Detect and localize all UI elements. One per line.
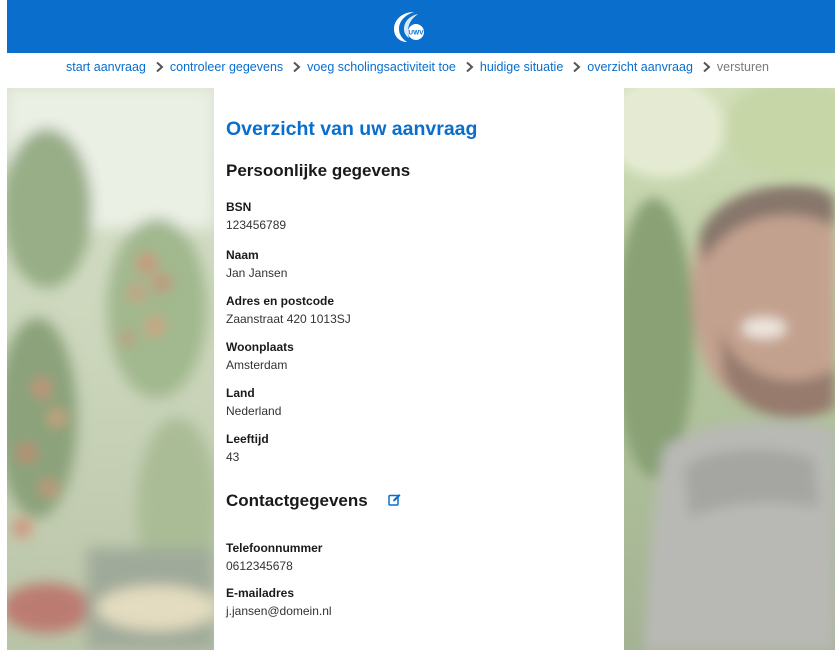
main-content: Overzicht van uw aanvraag Persoonlijke g… [214,88,624,650]
field-label: Woonplaats [226,340,294,354]
field-label: Adres en postcode [226,294,335,308]
breadcrumb-voeg-scholingsactiviteit-toe[interactable]: voeg scholingsactiviteit toe [307,60,456,74]
section-title-contact: Contactgegevens [226,491,368,510]
edit-icon[interactable] [388,493,401,506]
field-land: Land Nederland [226,385,281,419]
field-woonplaats: Woonplaats Amsterdam [226,339,294,373]
field-value: j.jansen@domein.nl [226,604,332,618]
chevron-right-icon [293,61,301,73]
breadcrumb-huidige-situatie[interactable]: huidige situatie [480,60,563,74]
field-bsn: BSN 123456789 [226,199,286,233]
section-title-personal: Persoonlijke gegevens [226,161,411,180]
breadcrumb-versturen: versturen [716,60,770,74]
chevron-right-icon [573,61,581,73]
chevron-right-icon [156,61,164,73]
field-value: 123456789 [226,218,287,232]
svg-text:UWV: UWV [408,30,424,37]
field-value: 43 [226,450,240,464]
page-title: Overzicht van uw aanvraag [226,118,478,140]
uwv-logo[interactable]: UWV [390,8,426,44]
chevron-right-icon [703,61,711,73]
breadcrumb-overzicht-aanvraag[interactable]: overzicht aanvraag [587,60,693,74]
background-photo-left [7,88,214,650]
field-telefoonnummer: Telefoonnummer 0612345678 [226,540,322,574]
field-label: Leeftijd [226,432,269,446]
field-value: Amsterdam [226,358,288,372]
field-label: E-mailadres [226,586,295,600]
field-leeftijd: Leeftijd 43 [226,431,269,465]
field-naam: Naam Jan Jansen [226,247,287,281]
field-value: 0612345678 [226,559,293,573]
breadcrumb-start-aanvraag[interactable]: start aanvraag [66,60,146,74]
field-value: Zaanstraat 420 1013SJ [226,312,351,326]
background-photo-right [624,88,835,650]
field-adres: Adres en postcode Zaanstraat 420 1013SJ [226,293,351,327]
top-bar: UWV [7,0,835,53]
breadcrumb-controleer-gegevens[interactable]: controleer gegevens [170,60,283,74]
field-email: E-mailadres j.jansen@domein.nl [226,585,332,619]
field-label: Naam [226,248,259,262]
field-label: Telefoonnummer [226,541,323,555]
field-label: Land [226,386,255,400]
field-value: Nederland [226,404,282,418]
breadcrumb: start aanvraag controleer gegevens voeg sc… [0,60,835,80]
chevron-right-icon [466,61,474,73]
field-value: Jan Jansen [226,266,288,280]
field-label: BSN [226,200,252,214]
